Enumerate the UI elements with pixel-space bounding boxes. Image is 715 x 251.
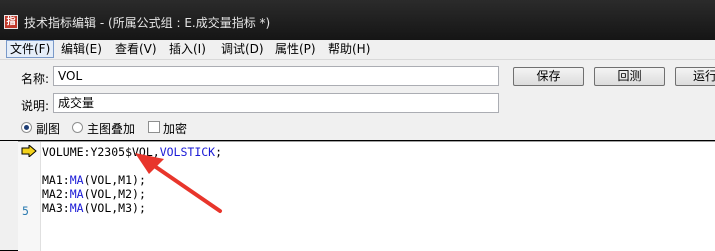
description-label: 说明: [21,99,50,113]
window-title: 技术指标编辑 - (所属公式组 : E.成交量指标 *) [24,16,271,30]
menu-bar: 文件(F) 编辑(E) 查看(V) 插入(I) 调试(D) 属性(P) 帮助(H… [0,40,715,60]
menu-properties[interactable]: 属性(P) [272,41,319,57]
app-icon: 指 [4,15,18,29]
save-button[interactable]: 保存 [513,67,584,86]
name-label: 名称: [21,72,50,86]
code-editor[interactable]: 5 VOLUME:Y2305$VOL,VOLSTICK; MA1:MA(VOL,M… [18,141,715,251]
menu-edit[interactable]: 编辑(E) [58,41,105,57]
main-overlay-radio[interactable] [72,122,83,133]
menu-view[interactable]: 查看(V) [112,41,160,57]
run-button[interactable]: 运行 [675,67,715,86]
name-input[interactable]: VOL [53,66,499,86]
description-input[interactable]: 成交量 [53,93,499,113]
menu-insert[interactable]: 插入(I) [166,41,209,57]
menu-help[interactable]: 帮助(H) [325,41,373,57]
backtest-button[interactable]: 回测 [594,67,665,86]
formula-form: 名称: VOL 保存 回测 运行 说明: 成交量 副图 主图叠加 加密 [0,60,715,140]
menu-debug[interactable]: 调试(D) [218,41,267,57]
encrypt-checkbox[interactable] [148,121,160,133]
left-margin [0,141,18,250]
main-overlay-label: 主图叠加 [87,122,136,136]
encrypt-label: 加密 [163,122,188,136]
sub-chart-radio[interactable] [21,122,32,133]
title-bar: 指 技术指标编辑 - (所属公式组 : E.成交量指标 *) [0,0,715,40]
annotation-arrow-icon [135,153,222,213]
sub-chart-label: 副图 [36,122,61,136]
menu-file[interactable]: 文件(F) [6,40,55,58]
